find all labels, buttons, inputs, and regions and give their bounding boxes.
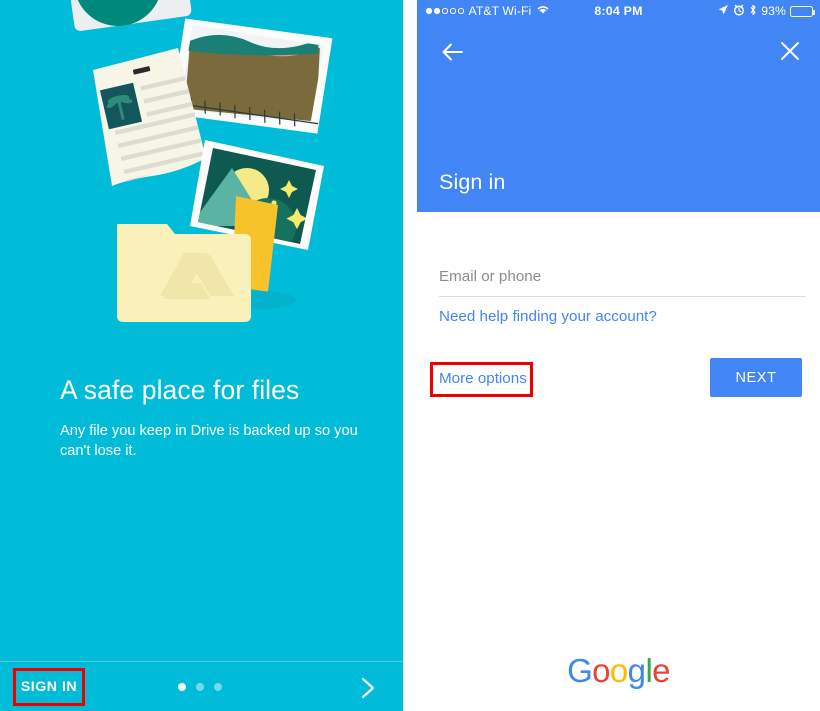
email-or-phone-input[interactable]: Email or phone [439, 268, 806, 285]
page-title: A safe place for files [60, 375, 300, 405]
status-bar-right: 93% [717, 4, 815, 19]
signin-heading: Sign in [439, 170, 506, 194]
location-arrow-icon [717, 4, 729, 19]
pagination-dot-1[interactable] [178, 683, 186, 691]
logo-letter-o1: o [592, 652, 610, 689]
drive-onboarding-panel: A safe place for files Any file you keep… [0, 0, 403, 711]
next-button[interactable]: NEXT [710, 358, 802, 397]
signin-header: Sign in [417, 22, 820, 212]
google-signin-panel: AT&T Wi-Fi 8:04 PM 93% Sign in Email or … [417, 0, 820, 711]
alarm-clock-icon [733, 4, 745, 19]
ios-status-bar: AT&T Wi-Fi 8:04 PM 93% [417, 0, 820, 22]
screenshot-root: A safe place for files Any file you keep… [0, 0, 820, 711]
files-folder-illustration [0, 0, 403, 345]
bottom-bar-divider [0, 661, 403, 662]
email-input-underline [439, 296, 806, 297]
logo-letter-e: e [652, 652, 670, 689]
pagination-dot-2[interactable] [196, 683, 204, 691]
battery-icon [790, 5, 815, 17]
pagination-dot-3[interactable] [214, 683, 222, 691]
bluetooth-icon [749, 4, 757, 19]
google-wordmark: Google [417, 652, 820, 690]
logo-letter-g1: G [567, 652, 593, 689]
sign-in-button[interactable]: SIGN IN [13, 668, 85, 706]
logo-letter-l: l [645, 652, 653, 689]
battery-percent-label: 93% [761, 4, 786, 18]
logo-letter-o2: o [609, 652, 628, 689]
more-options-highlight-box [430, 362, 533, 397]
pagination-dots [178, 683, 222, 691]
find-account-help-link[interactable]: Need help finding your account? [439, 308, 657, 325]
close-x-icon[interactable] [777, 38, 803, 64]
page-description: Any file you keep in Drive is backed up … [60, 423, 358, 459]
logo-letter-g2: g [627, 652, 646, 689]
chevron-right-icon[interactable] [355, 675, 381, 701]
arrow-left-icon[interactable] [439, 38, 467, 66]
